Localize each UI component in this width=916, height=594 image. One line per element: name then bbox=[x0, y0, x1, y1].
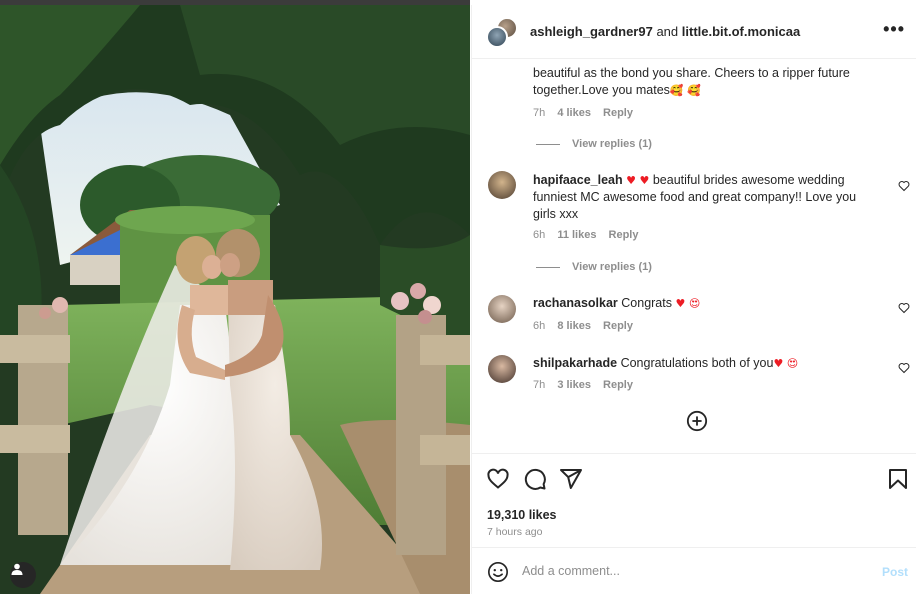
like-comment-heart-icon[interactable] bbox=[898, 362, 910, 374]
avatar[interactable] bbox=[486, 17, 518, 49]
avatar[interactable] bbox=[488, 171, 516, 199]
add-comment-bar: Post bbox=[472, 547, 916, 594]
reply-button[interactable]: Reply bbox=[603, 320, 633, 332]
comment-emoji: ♥ 😍 bbox=[675, 297, 701, 310]
more-options-icon[interactable]: ••• bbox=[883, 19, 905, 40]
post-header: ashleigh_gardner97 and little.bit.of.mon… bbox=[472, 5, 916, 59]
post-sidebar: ashleigh_gardner97 and little.bit.of.mon… bbox=[471, 5, 916, 594]
comment-body: beautiful as the bond you share. Cheers … bbox=[533, 60, 873, 99]
comments-list[interactable]: beautiful as the bond you share. Cheers … bbox=[472, 60, 916, 453]
comment-time[interactable]: 7h bbox=[533, 379, 545, 391]
post-button[interactable]: Post bbox=[882, 565, 908, 579]
like-comment-heart-icon[interactable] bbox=[898, 180, 910, 192]
comment-icon[interactable] bbox=[523, 467, 547, 491]
reply-button[interactable]: Reply bbox=[603, 379, 633, 391]
share-icon[interactable] bbox=[559, 467, 583, 491]
comment-emoji: ♥ ♥ bbox=[626, 174, 650, 187]
emoji-icon[interactable] bbox=[487, 561, 509, 583]
post-time[interactable]: 7 hours ago bbox=[487, 526, 542, 538]
comment-body: hapifaace_leah ♥ ♥ beautiful brides awes… bbox=[533, 172, 878, 223]
comment-meta: 6h 11 likes Reply bbox=[533, 229, 648, 241]
user-tag-icon[interactable] bbox=[10, 562, 36, 588]
comment-emoji: 🥰 🥰 bbox=[669, 84, 701, 97]
comment-username[interactable]: shilpakarhade bbox=[533, 356, 617, 370]
avatar[interactable] bbox=[488, 355, 516, 383]
comment-likes[interactable]: 8 likes bbox=[557, 320, 591, 332]
reply-button[interactable]: Reply bbox=[603, 107, 633, 119]
comment-likes[interactable]: 11 likes bbox=[557, 229, 596, 241]
comment-body: shilpakarhade Congratulations both of yo… bbox=[533, 355, 878, 372]
coauthor-link[interactable]: little.bit.of.monicaa bbox=[682, 24, 800, 39]
bookmark-icon[interactable] bbox=[886, 467, 910, 491]
comment-text: Congratulations both of you bbox=[620, 356, 774, 370]
comment-time[interactable]: 6h bbox=[533, 320, 545, 332]
post-authors: ashleigh_gardner97 and little.bit.of.mon… bbox=[530, 24, 800, 39]
comment-emoji: ♥ 😍 bbox=[773, 357, 799, 370]
comment-likes[interactable]: 4 likes bbox=[557, 107, 591, 119]
comment-text: Congrats bbox=[621, 296, 672, 310]
comment-time[interactable]: 7h bbox=[533, 107, 545, 119]
author-conjunction: and bbox=[656, 24, 679, 39]
comment-input[interactable] bbox=[522, 561, 862, 581]
comment-meta: 6h 8 likes Reply bbox=[533, 320, 642, 332]
comment-username[interactable]: hapifaace_leah bbox=[533, 173, 623, 187]
comment-likes[interactable]: 3 likes bbox=[557, 379, 591, 391]
comment-body: rachanasolkar Congrats ♥ 😍 bbox=[533, 295, 878, 312]
comment-meta: 7h 3 likes Reply bbox=[533, 379, 642, 391]
like-comment-heart-icon[interactable] bbox=[898, 302, 910, 314]
plus-circle-icon[interactable] bbox=[686, 410, 708, 432]
avatar[interactable] bbox=[488, 295, 516, 323]
comment-time[interactable]: 6h bbox=[533, 229, 545, 241]
view-replies-button[interactable]: View replies (1) bbox=[536, 138, 652, 150]
view-replies-button[interactable]: View replies (1) bbox=[536, 261, 652, 273]
author-link[interactable]: ashleigh_gardner97 bbox=[530, 24, 653, 39]
comment-meta: 7h 4 likes Reply bbox=[533, 107, 642, 119]
post-actions: 19,310 likes 7 hours ago bbox=[472, 453, 916, 547]
post-photo[interactable] bbox=[0, 5, 470, 594]
heart-icon[interactable] bbox=[486, 467, 510, 491]
comment-username[interactable]: rachanasolkar bbox=[533, 296, 618, 310]
likes-count[interactable]: 19,310 likes bbox=[487, 508, 557, 522]
reply-button[interactable]: Reply bbox=[609, 229, 639, 241]
